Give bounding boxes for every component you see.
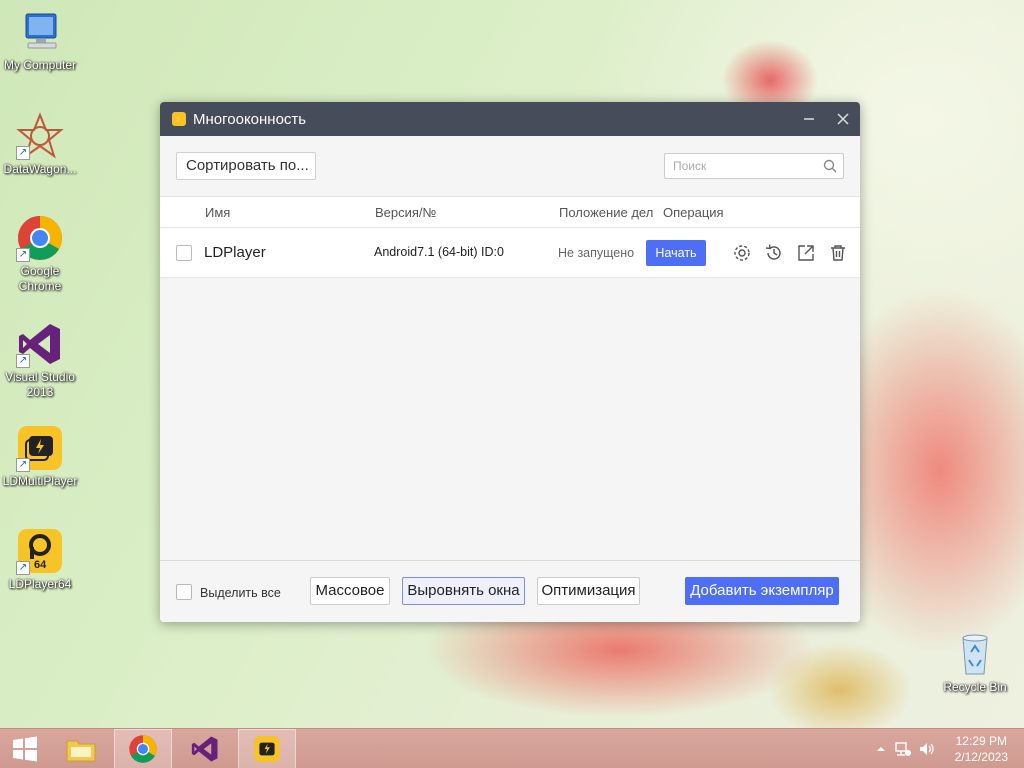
ldmultiplayer-icon: ↗ <box>16 424 64 472</box>
taskbar-clock[interactable]: 12:29 PM 2/12/2023 <box>955 733 1008 765</box>
column-header-version: Версия/№ <box>375 205 437 220</box>
column-header-name: Имя <box>205 205 231 220</box>
start-button[interactable]: Начать <box>646 240 706 266</box>
taskbar: 12:29 PM 2/12/2023 <box>0 728 1024 768</box>
desktop-icon-my-computer[interactable]: My Computer <box>0 8 80 73</box>
close-button[interactable] <box>826 102 860 136</box>
table-row: LDPlayer Android7.1 (64-bit) ID:0 Не зап… <box>160 228 860 278</box>
desktop-icon-recycle-bin[interactable]: Recycle Bin <box>935 630 1015 695</box>
desktop-icon-ldplayer64[interactable]: ↗ 64 LDPlayer64 <box>0 527 80 592</box>
folder-icon <box>66 740 96 762</box>
shortcut-arrow-icon: ↗ <box>16 248 30 262</box>
visual-studio-icon <box>191 736 218 762</box>
instance-list: LDPlayer Android7.1 (64-bit) ID:0 Не зап… <box>160 228 860 560</box>
search-box[interactable] <box>664 153 844 179</box>
computer-icon <box>16 8 64 56</box>
column-header-status: Положение дел <box>559 205 654 220</box>
multi-instance-window: ⚡ Многооконность Сортировать по... Имя В… <box>160 102 860 622</box>
desktop-icon-datawagon[interactable]: ↗ DataWagon... <box>0 112 80 177</box>
visual-studio-icon: ↗ <box>16 320 64 368</box>
desktop-icon-label: DataWagon... <box>3 162 77 176</box>
window-footer: Выделить все Массовое Выровнять окна Опт… <box>160 560 860 622</box>
clock-time: 12:29 PM <box>955 734 1007 748</box>
show-hidden-icons-icon[interactable] <box>876 744 886 754</box>
search-icon[interactable] <box>823 159 837 173</box>
desktop-icon-label: Recycle Bin <box>943 680 1007 694</box>
shortcut-arrow-icon: ↗ <box>16 146 30 160</box>
shortcut-export-icon[interactable] <box>796 243 816 263</box>
desktop-icon-google-chrome[interactable]: ↗ Google Chrome <box>0 214 80 294</box>
desktop-icon-label: My Computer <box>3 58 77 72</box>
volume-icon[interactable] <box>918 741 936 757</box>
taskbar-ldmultiplayer[interactable] <box>238 729 296 768</box>
shortcut-arrow-icon: ↗ <box>16 458 30 472</box>
recycle-bin-icon <box>951 630 999 678</box>
network-icon[interactable] <box>894 741 912 757</box>
window-titlebar[interactable]: ⚡ Многооконность <box>160 102 860 136</box>
select-all-checkbox[interactable] <box>176 584 192 600</box>
chrome-icon: ↗ <box>16 214 64 262</box>
column-header-operation: Операция <box>663 205 724 220</box>
windows-logo-icon <box>13 736 37 762</box>
ldplayer-icon: ↗ 64 <box>16 527 64 575</box>
close-icon <box>837 113 849 125</box>
taskbar-file-explorer[interactable] <box>52 729 110 768</box>
settings-icon[interactable] <box>732 243 752 263</box>
ldplayer-badge: 64 <box>34 559 47 571</box>
chrome-icon <box>129 735 157 763</box>
desktop-icon-label: Google Chrome <box>18 264 62 293</box>
arrange-windows-button[interactable]: Выровнять окна <box>402 577 525 605</box>
history-icon[interactable] <box>764 243 784 263</box>
instance-version: Android7.1 (64-bit) ID:0 <box>374 245 504 259</box>
app-logo-icon: ⚡ <box>172 112 186 126</box>
clock-date: 2/12/2023 <box>954 750 1008 764</box>
desktop-icon-label: LDMultiPlayer <box>2 474 78 488</box>
add-instance-button[interactable]: Добавить экземпляр <box>685 577 839 605</box>
datawagon-icon: ↗ <box>16 112 64 160</box>
taskbar-visual-studio[interactable] <box>176 729 234 768</box>
instance-status: Не запущено <box>558 246 635 260</box>
system-tray <box>876 729 936 768</box>
window-title: Многооконность <box>193 110 307 128</box>
row-checkbox[interactable] <box>176 245 192 261</box>
desktop-icon-visual-studio[interactable]: ↗ Visual Studio 2013 <box>0 320 80 400</box>
start-menu-button[interactable] <box>0 729 50 768</box>
shortcut-arrow-icon: ↗ <box>16 354 30 368</box>
sort-dropdown[interactable]: Сортировать по... <box>176 152 316 180</box>
ldmultiplayer-icon <box>254 736 280 762</box>
table-header: Имя Версия/№ Положение дел Операция <box>160 196 860 228</box>
instance-name: LDPlayer <box>204 244 266 261</box>
desktop-icon-label: LDPlayer64 <box>8 577 72 591</box>
taskbar-chrome[interactable] <box>114 729 172 768</box>
shortcut-arrow-icon: ↗ <box>16 561 30 575</box>
minimize-button[interactable] <box>792 102 826 136</box>
minimize-icon <box>804 118 814 120</box>
bulk-button[interactable]: Массовое <box>310 577 390 605</box>
desktop-icon-label: Visual Studio 2013 <box>5 370 75 399</box>
select-all-label[interactable]: Выделить все <box>200 586 281 600</box>
desktop-icon-ldmultiplayer[interactable]: ↗ LDMultiPlayer <box>0 424 80 489</box>
search-input[interactable] <box>673 155 823 177</box>
delete-icon[interactable] <box>828 243 848 263</box>
optimize-button[interactable]: Оптимизация <box>537 577 640 605</box>
